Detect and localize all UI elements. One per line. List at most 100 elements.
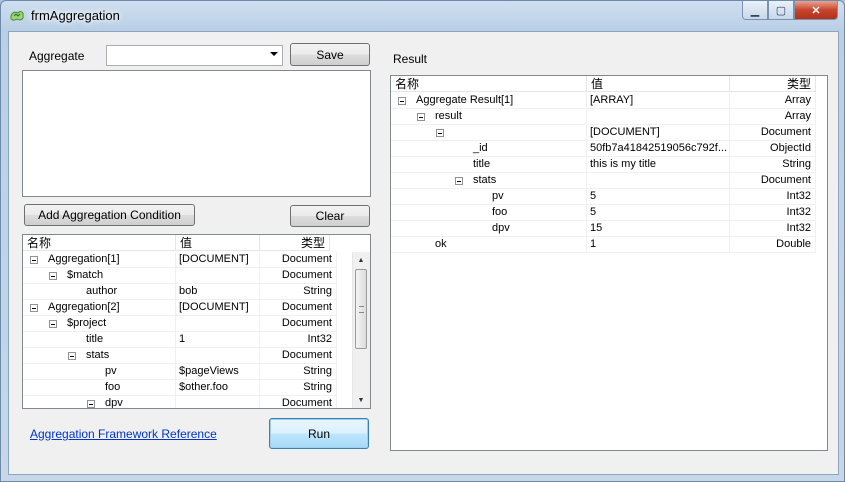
scrollbar-thumb[interactable] [355, 269, 367, 349]
app-icon [10, 11, 24, 21]
result-row[interactable]: dpv 15 Int32 [391, 221, 816, 237]
name-cell: dpv [23, 396, 176, 408]
condition-row[interactable]: pv $pageViews String [23, 364, 337, 380]
name-cell: pv [23, 364, 176, 380]
row-name: pv [492, 190, 504, 202]
value-cell: 5 [587, 189, 730, 205]
column-header-value[interactable]: 值 [176, 235, 260, 251]
collapse-icon[interactable] [398, 97, 406, 105]
name-cell: Aggregation[2] [23, 300, 176, 316]
name-cell [391, 125, 587, 141]
result-row[interactable]: Aggregate Result[1] [ARRAY] Array [391, 93, 816, 109]
value-cell [176, 396, 260, 408]
aggregate-text-area[interactable] [22, 70, 371, 197]
type-cell: String [260, 364, 337, 380]
name-cell: $match [23, 268, 176, 284]
chevron-down-icon [270, 52, 278, 56]
run-button[interactable]: Run [269, 418, 369, 449]
collapse-icon[interactable] [68, 352, 76, 360]
type-cell: Array [730, 93, 816, 109]
result-row[interactable]: foo 5 Int32 [391, 205, 816, 221]
row-name: ok [435, 238, 447, 250]
result-row[interactable]: [DOCUMENT] Document [391, 125, 816, 141]
row-name: author [86, 285, 118, 297]
collapse-icon[interactable] [417, 113, 425, 121]
result-label: Result [393, 52, 428, 66]
collapse-icon[interactable] [87, 400, 95, 408]
column-header-type[interactable]: 类型 [260, 235, 330, 251]
row-name: foo [105, 381, 121, 393]
row-name: result [435, 110, 462, 122]
value-cell: bob [176, 284, 260, 300]
collapse-icon[interactable] [30, 256, 38, 264]
value-cell: [DOCUMENT] [176, 252, 260, 268]
row-name: dpv [492, 222, 510, 234]
value-cell [587, 109, 730, 125]
save-button[interactable]: Save [290, 43, 370, 66]
row-name: title [86, 333, 104, 345]
add-aggregation-condition-button[interactable]: Add Aggregation Condition [24, 204, 195, 226]
grid-header: 名称 值 类型 [23, 235, 330, 252]
value-cell: [DOCUMENT] [587, 125, 730, 141]
close-icon: ✕ [811, 4, 821, 17]
value-cell: 15 [587, 221, 730, 237]
condition-row[interactable]: title 1 Int32 [23, 332, 337, 348]
result-column-header-value[interactable]: 值 [587, 76, 730, 92]
type-cell: Int32 [260, 332, 337, 348]
name-cell: foo [23, 380, 176, 396]
result-grid[interactable]: 名称 值 类型 Aggregate Result[1] [ARRAY] Array r… [390, 75, 828, 451]
result-row[interactable]: stats Document [391, 173, 816, 189]
row-name: _id [473, 142, 488, 154]
minimize-icon: ▁ [750, 4, 760, 17]
type-cell: Document [260, 316, 337, 332]
name-cell: _id [391, 141, 587, 157]
result-row[interactable]: _id 50fb7a41842519056c792f... ObjectId [391, 141, 816, 157]
result-row[interactable]: pv 5 Int32 [391, 189, 816, 205]
condition-row[interactable]: stats Document [23, 348, 337, 364]
condition-row[interactable]: foo $other.foo String [23, 380, 337, 396]
aggregation-conditions-grid[interactable]: 名称 值 类型 Aggregation[1] [DOCUMENT] Document… [22, 234, 371, 409]
result-grid-header: 名称 值 类型 [391, 76, 816, 93]
result-row[interactable]: ok 1 Double [391, 237, 816, 253]
result-column-header-name[interactable]: 名称 [391, 76, 587, 92]
name-cell: Aggregate Result[1] [391, 93, 587, 109]
vertical-scrollbar[interactable]: ▲ ▼ [352, 252, 370, 408]
minimize-button[interactable]: ▁ [742, 1, 768, 20]
row-name: title [473, 158, 491, 170]
row-name: pv [105, 365, 117, 377]
collapse-icon[interactable] [49, 272, 57, 280]
condition-row[interactable]: $project Document [23, 316, 337, 332]
result-column-header-type[interactable]: 类型 [730, 76, 816, 92]
aggregate-select[interactable] [106, 45, 283, 66]
column-header-name[interactable]: 名称 [23, 235, 176, 251]
maximize-button[interactable]: ▢ [768, 1, 794, 20]
condition-row[interactable]: author bob String [23, 284, 337, 300]
value-cell: $pageViews [176, 364, 260, 380]
type-cell: String [260, 284, 337, 300]
type-cell: Document [260, 300, 337, 316]
result-row[interactable]: title this is my title String [391, 157, 816, 173]
type-cell: Int32 [730, 205, 816, 221]
name-cell: foo [391, 205, 587, 221]
scroll-down-icon[interactable]: ▼ [353, 392, 369, 408]
condition-row[interactable]: Aggregation[2] [DOCUMENT] Document [23, 300, 337, 316]
title-bar[interactable]: frmAggregation ▁ ▢ ✕ [1, 1, 844, 31]
name-cell: dpv [391, 221, 587, 237]
scroll-up-icon[interactable]: ▲ [353, 252, 369, 268]
result-row[interactable]: result Array [391, 109, 816, 125]
collapse-icon[interactable] [455, 177, 463, 185]
aggregation-framework-reference-link[interactable]: Aggregation Framework Reference [30, 427, 217, 441]
collapse-icon[interactable] [436, 129, 444, 137]
condition-row[interactable]: $match Document [23, 268, 337, 284]
close-button[interactable]: ✕ [794, 1, 838, 20]
client-area: Aggregate Save Add Aggregation Condition… [8, 31, 839, 475]
condition-row[interactable]: dpv Document [23, 396, 337, 408]
collapse-icon[interactable] [49, 320, 57, 328]
condition-row[interactable]: Aggregation[1] [DOCUMENT] Document [23, 252, 337, 268]
clear-button[interactable]: Clear [290, 205, 370, 227]
aggregate-label: Aggregate [29, 49, 85, 63]
collapse-icon[interactable] [30, 304, 38, 312]
type-cell: Document [260, 268, 337, 284]
name-cell: stats [23, 348, 176, 364]
name-cell: author [23, 284, 176, 300]
